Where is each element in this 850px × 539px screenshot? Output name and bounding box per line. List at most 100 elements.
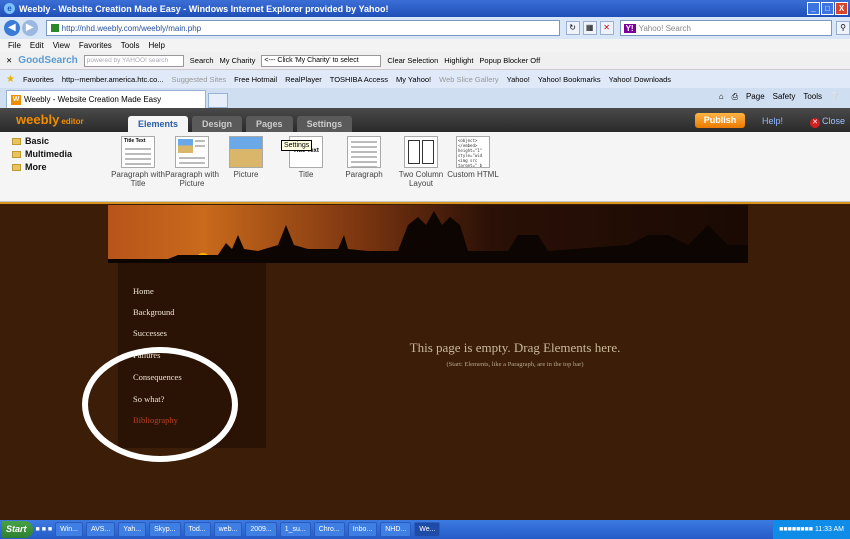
element-paragraph-with-picture[interactable]: Paragraph with Picture (162, 136, 222, 188)
folder-icon (12, 150, 21, 158)
folder-icon (12, 163, 21, 171)
command-safety[interactable]: Safety (773, 92, 796, 102)
taskbar-item-active[interactable]: We... (414, 522, 441, 537)
taskbar-item[interactable]: Yah... (118, 522, 147, 537)
menu-view[interactable]: View (53, 41, 70, 50)
close-editor-button[interactable]: ✕ Close (810, 116, 845, 128)
start-button[interactable]: Start (2, 521, 33, 538)
yahoo-logo-icon: Y! (623, 23, 636, 33)
favorite-item[interactable]: Web Slice Gallery (439, 75, 498, 84)
yahoo-search-input[interactable]: Y! Yahoo! Search (619, 20, 833, 36)
taskbar-item[interactable]: AVS... (85, 522, 116, 537)
editor-tabs: Elements Design Pages Settings (128, 116, 353, 132)
favorite-item[interactable]: Yahoo! Bookmarks (538, 75, 601, 84)
picture-thumb (229, 136, 263, 168)
tab-design[interactable]: Design (192, 116, 243, 132)
weebly-favicon-icon: W (11, 94, 21, 105)
elements-panel: Basic Multimedia More Title Text Paragra… (0, 132, 850, 202)
skyline-silhouette (108, 211, 748, 263)
window-title: Weebly - Website Creation Made Easy - Wi… (19, 3, 389, 14)
my-charity-button[interactable]: My Charity (220, 56, 256, 65)
command-tools[interactable]: Tools (803, 92, 822, 102)
paragraph-with-picture-thumb (175, 136, 209, 168)
category-basic[interactable]: Basic (12, 136, 72, 146)
charity-select[interactable]: <--- Click 'My Charity' to select (261, 54, 382, 67)
menu-edit[interactable]: Edit (30, 41, 44, 50)
minimize-button[interactable]: _ (807, 2, 820, 15)
address-tools: ↻ ▦ ✕ (565, 21, 614, 35)
paragraph-with-title-thumb: Title Text (121, 136, 155, 168)
taskbar-item[interactable]: web... (213, 522, 243, 537)
clear-selection-button[interactable]: Clear Selection (387, 56, 438, 65)
window-title-bar: e Weebly - Website Creation Made Easy - … (0, 0, 850, 17)
tab-pages[interactable]: Pages (246, 116, 293, 132)
taskbar-item[interactable]: Skyp... (149, 522, 181, 537)
goodsearch-search-button[interactable]: Search (190, 56, 214, 65)
tab-settings[interactable]: Settings (296, 116, 353, 132)
taskbar-item[interactable]: Win... (55, 522, 83, 537)
favorite-item[interactable]: RealPlayer (285, 75, 322, 84)
favorites-label[interactable]: Favorites (23, 75, 54, 84)
maximize-button[interactable]: □ (821, 2, 834, 15)
print-icon[interactable]: ⎙ (732, 92, 738, 102)
taskbar-item[interactable]: Tod... (183, 522, 211, 537)
page-canvas[interactable]: Home Background Successes Failures Conse… (0, 202, 850, 520)
publish-button[interactable]: Publish (695, 113, 745, 128)
menu-tools[interactable]: Tools (121, 41, 140, 50)
favorite-item[interactable]: My Yahoo! (396, 75, 431, 84)
empty-page-message: This page is empty. Drag Elements here. (409, 340, 621, 355)
favorite-item[interactable]: Yahoo! Downloads (609, 75, 671, 84)
help-link[interactable]: Help! (762, 116, 783, 126)
favorites-star-icon[interactable]: ★ (6, 74, 15, 85)
compatibility-icon[interactable]: ▦ (582, 21, 597, 35)
favorite-item[interactable]: Yahoo! (507, 75, 530, 84)
address-bar[interactable]: http://nhd.weebly.com/weebly/main.php (45, 20, 560, 36)
yahoo-search-placeholder: Yahoo! Search (638, 23, 691, 33)
stop-icon[interactable]: ✕ (599, 21, 614, 35)
forward-button[interactable]: ▶ (21, 20, 38, 36)
highlight-button[interactable]: Highlight (444, 56, 473, 65)
element-custom-html[interactable]: <object> </embed> height="1" style="wid <img… (443, 136, 503, 179)
refresh-icon[interactable]: ↻ (565, 21, 580, 35)
close-window-button[interactable]: X (835, 2, 848, 15)
element-paragraph[interactable]: Paragraph (334, 136, 394, 179)
nav-background[interactable]: Background (133, 307, 175, 317)
element-paragraph-with-title[interactable]: Title Text Paragraph with Title (108, 136, 168, 188)
taskbar-item[interactable]: Chro... (313, 522, 345, 537)
favorite-item[interactable]: Suggested Sites (172, 75, 227, 84)
menu-favorites[interactable]: Favorites (79, 41, 112, 50)
taskbar-item[interactable]: 2009... (245, 522, 277, 537)
help-icon[interactable]: ❔ (830, 92, 840, 102)
category-multimedia[interactable]: Multimedia (12, 149, 72, 159)
toolbar-close-icon[interactable]: ✕ (6, 56, 12, 65)
popup-blocker-button[interactable]: Popup Blocker Off (479, 56, 540, 65)
favorites-bar: ★ Favorites http--member.america.htc.co.… (0, 70, 850, 88)
taskbar-item[interactable]: NHD... (380, 522, 412, 537)
back-button[interactable]: ◀ (4, 20, 20, 36)
nav-home[interactable]: Home (133, 286, 154, 296)
system-tray: ■■■■■■■■ 11:33 AM (773, 520, 850, 539)
category-more[interactable]: More (12, 162, 72, 172)
tab-elements[interactable]: Elements (128, 116, 189, 132)
taskbar-item[interactable]: 1_su... (279, 522, 311, 537)
new-tab-button[interactable] (208, 93, 228, 108)
element-picture[interactable]: Picture (216, 136, 276, 179)
goodsearch-input[interactable]: powered by YAHOO! search (83, 54, 184, 67)
tray-icons[interactable]: ■■■■■■■■ (779, 526, 813, 533)
taskbar-item[interactable]: Inbo... (347, 522, 378, 537)
menu-file[interactable]: File (8, 41, 21, 50)
favorite-item[interactable]: TOSHIBA Access (330, 75, 388, 84)
menu-help[interactable]: Help (148, 41, 164, 50)
header-banner-image (108, 205, 748, 263)
favorite-item[interactable]: http--member.america.htc.co... (62, 75, 164, 84)
search-icon[interactable]: ⚲ (836, 21, 850, 35)
folder-icon (12, 137, 21, 145)
nav-successes[interactable]: Successes (133, 328, 167, 338)
quick-launch-icons[interactable]: ■ ■ ■ (36, 526, 53, 533)
command-page[interactable]: Page (746, 92, 765, 102)
weebly-editor-header: weebly editor Elements Design Pages Setti… (0, 108, 850, 132)
browser-tab[interactable]: W Weebly - Website Creation Made Easy (6, 90, 206, 108)
home-icon[interactable]: ⌂ (719, 92, 724, 102)
element-two-column-layout[interactable]: Two Column Layout (391, 136, 451, 188)
favorite-item[interactable]: Free Hotmail (234, 75, 277, 84)
